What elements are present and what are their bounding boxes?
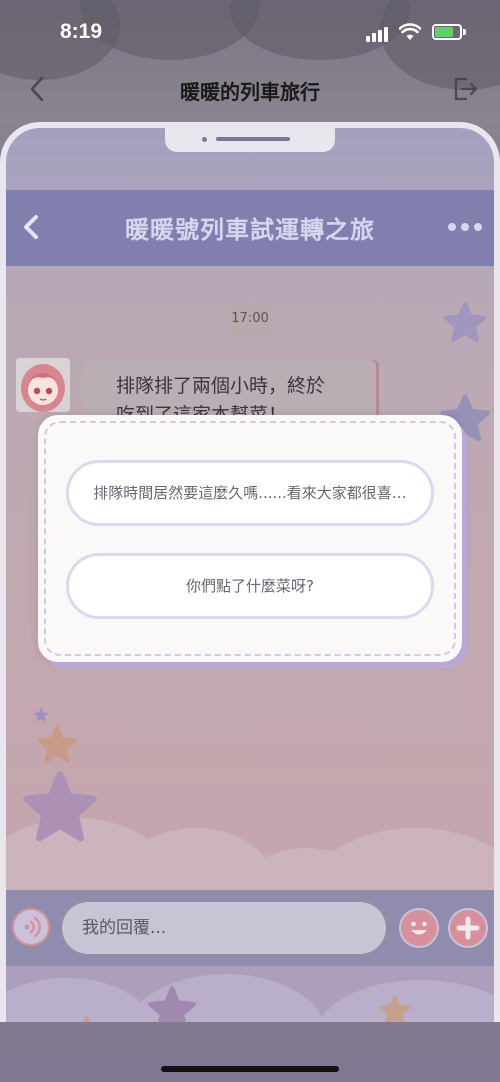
choice-option-1[interactable]: 排隊時間居然要這麼久嗎......看來大家都很喜… [66, 460, 434, 526]
plus-icon [456, 916, 480, 940]
message-timestamp: 17:00 [228, 304, 272, 334]
avatar[interactable] [16, 358, 70, 412]
choice-option-2[interactable]: 你們點了什麼菜呀? [66, 553, 434, 619]
screen: 8:19 暖暖的列車旅行 暖暖號列車試運轉之旅 17:00 排隊排了兩個小時，終… [0, 0, 500, 1082]
status-time: 8:19 [60, 20, 103, 43]
chat-title: 暖暖號列車試運轉之旅 [125, 216, 375, 244]
star-decoration [37, 725, 77, 763]
more-dots-icon[interactable] [448, 223, 482, 231]
exit-icon[interactable] [452, 76, 478, 102]
star-decoration [148, 986, 196, 1022]
battery-icon [432, 24, 462, 40]
home-indicator[interactable] [161, 1066, 339, 1072]
app-header: 暖暖的列車旅行 [0, 64, 500, 114]
choice-dialog: 排隊時間居然要這麼久嗎......看來大家都很喜… 你們點了什麼菜呀? [38, 415, 462, 662]
voice-button[interactable] [12, 908, 50, 946]
wifi-icon [399, 23, 421, 40]
star-decoration [443, 301, 487, 343]
reply-input[interactable]: 我的回覆... [62, 902, 386, 954]
battery-cap [463, 29, 466, 35]
input-bar: 我的回覆... [6, 890, 494, 966]
star-decoration [83, 1015, 91, 1022]
app-title: 暖暖的列車旅行 [180, 80, 320, 104]
smile-icon [411, 921, 427, 935]
plus-button[interactable] [448, 908, 488, 948]
chat-header: 暖暖號列車試運轉之旅 [6, 190, 494, 266]
star-decoration [379, 995, 411, 1022]
voice-icon [24, 916, 41, 938]
phone-notch [165, 128, 335, 152]
signal-icon [366, 27, 388, 42]
message-text-line: 排隊排了兩個小時，終於 [116, 375, 326, 397]
star-decoration [33, 707, 49, 722]
dialog-dashed-border [44, 421, 456, 656]
star-decoration [23, 771, 97, 842]
emoji-button[interactable] [399, 908, 439, 948]
status-bar: 8:19 [0, 0, 500, 64]
